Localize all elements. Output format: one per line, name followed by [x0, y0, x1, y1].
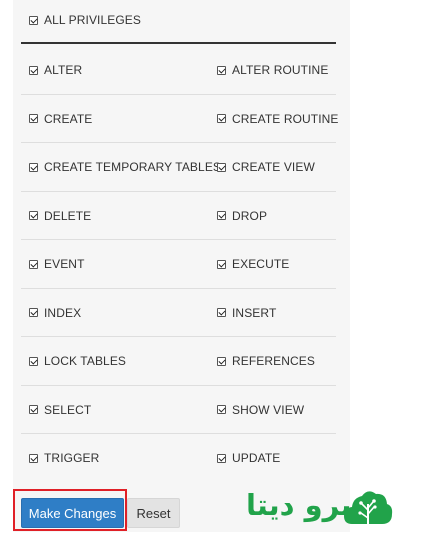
privilege-label: EXECUTE	[232, 257, 290, 271]
privilege-checkbox-item[interactable]: ALTER ROUTINE	[217, 63, 328, 77]
privilege-label: UPDATE	[232, 451, 281, 465]
checkbox-checked-icon[interactable]	[217, 65, 226, 75]
privilege-label: SELECT	[44, 402, 92, 417]
reset-button[interactable]: Reset	[127, 498, 180, 528]
privilege-label: TRIGGER	[44, 451, 100, 465]
privilege-row: INDEX INSERT	[21, 289, 336, 337]
privilege-label: INDEX	[44, 305, 82, 320]
privilege-row: LOCK TABLES REFERENCES	[21, 337, 336, 386]
privilege-checkbox-item[interactable]: LOCK TABLES	[29, 354, 126, 368]
checkbox-checked-icon[interactable]	[29, 65, 38, 75]
privilege-checkbox-item[interactable]: INDEX	[29, 306, 81, 320]
privilege-label: INSERT	[232, 305, 277, 320]
highlight-box	[13, 489, 127, 531]
privilege-row: DELETE DROP	[21, 192, 336, 240]
privilege-row: EVENT EXECUTE	[21, 240, 336, 289]
privilege-checkbox-item[interactable]: SHOW VIEW	[217, 403, 304, 417]
privilege-checkbox-item[interactable]: CREATE ROUTINE	[217, 112, 339, 126]
privilege-row: CREATE CREATE ROUTINE	[21, 95, 339, 143]
checkbox-checked-icon[interactable]	[217, 259, 226, 269]
checkbox-checked-icon[interactable]	[217, 211, 226, 220]
privilege-checkbox-item[interactable]: DROP	[217, 209, 267, 223]
logo: سرو دیتا	[246, 484, 396, 532]
privilege-checkbox-item[interactable]: ALTER	[29, 63, 82, 77]
privilege-label: SHOW VIEW	[232, 402, 305, 417]
privilege-label: REFERENCES	[232, 354, 316, 368]
privilege-checkbox-item[interactable]: INSERT	[217, 306, 276, 320]
cloud-tree-icon	[344, 491, 393, 524]
privilege-checkbox-item[interactable]: SELECT	[29, 403, 91, 417]
privilege-row: SELECT SHOW VIEW	[21, 386, 336, 434]
all-privileges-label: ALL PRIVILEGES	[44, 13, 142, 27]
checkbox-checked-icon[interactable]	[29, 405, 38, 414]
privilege-checkbox-item[interactable]: CREATE	[29, 112, 92, 126]
checkbox-checked-icon[interactable]	[29, 453, 38, 463]
privilege-checkbox-item[interactable]: CREATE TEMPORARY TABLES	[29, 160, 221, 174]
checkbox-checked-icon[interactable]	[217, 356, 226, 366]
privilege-row: CREATE TEMPORARY TABLES CREATE VIEW	[21, 143, 336, 192]
privilege-row: ALTER ALTER ROUTINE	[21, 46, 336, 95]
privilege-checkbox-item[interactable]: CREATE VIEW	[217, 160, 315, 174]
privilege-label: DELETE	[44, 208, 92, 223]
privilege-row: TRIGGER UPDATE	[21, 434, 336, 483]
privilege-label: LOCK TABLES	[44, 354, 127, 368]
all-privileges-checkbox-item[interactable]: ALL PRIVILEGES	[29, 13, 141, 27]
checkbox-checked-icon[interactable]	[29, 15, 38, 25]
privilege-label: CREATE	[44, 111, 93, 126]
checkbox-checked-icon[interactable]	[29, 259, 38, 269]
checkbox-checked-icon[interactable]	[29, 114, 38, 123]
checkbox-checked-icon[interactable]	[217, 453, 226, 463]
privileges-panel: ALL PRIVILEGES ALTER ALTER ROUTINE CREATE C…	[13, 0, 350, 488]
privilege-label: CREATE TEMPORARY TABLES	[44, 160, 222, 174]
privilege-rows: ALTER ALTER ROUTINE CREATE CREATE ROUTINE CR…	[21, 46, 339, 483]
all-privileges-row: ALL PRIVILEGES	[21, 0, 336, 44]
checkbox-checked-icon[interactable]	[217, 114, 226, 123]
privilege-checkbox-item[interactable]: REFERENCES	[217, 354, 315, 368]
privilege-checkbox-item[interactable]: UPDATE	[217, 451, 280, 465]
privilege-label: ALTER ROUTINE	[232, 63, 329, 77]
privilege-label: DROP	[232, 208, 268, 223]
checkbox-checked-icon[interactable]	[217, 308, 226, 317]
privilege-label: CREATE VIEW	[232, 160, 315, 174]
checkbox-checked-icon[interactable]	[29, 162, 38, 172]
privilege-checkbox-item[interactable]: EVENT	[29, 257, 85, 271]
privilege-checkbox-item[interactable]: DELETE	[29, 209, 91, 223]
privilege-checkbox-item[interactable]: TRIGGER	[29, 451, 99, 465]
privilege-label: ALTER	[44, 63, 83, 77]
privilege-label: EVENT	[44, 257, 85, 271]
checkbox-checked-icon[interactable]	[217, 405, 226, 414]
privilege-checkbox-item[interactable]: EXECUTE	[217, 257, 289, 271]
checkbox-checked-icon[interactable]	[29, 308, 38, 317]
checkbox-checked-icon[interactable]	[217, 162, 226, 172]
checkbox-checked-icon[interactable]	[29, 356, 38, 366]
privilege-label: CREATE ROUTINE	[232, 111, 339, 126]
checkbox-checked-icon[interactable]	[29, 211, 38, 220]
